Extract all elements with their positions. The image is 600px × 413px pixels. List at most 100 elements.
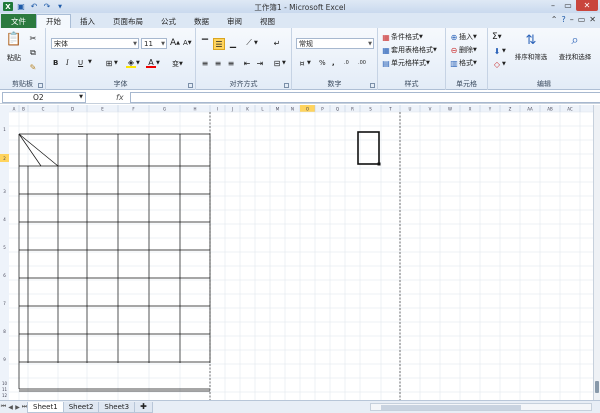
alignment-launcher-icon[interactable] — [284, 83, 289, 88]
cell-grid[interactable]: A B C D E F G H I J K L M N O P Q R S T U V W X Y Z AA AB AC12345678… — [0, 105, 593, 400]
prev-sheet-icon[interactable]: ◀ — [7, 404, 14, 411]
first-sheet-icon[interactable]: ⏮ — [0, 403, 7, 411]
number-launcher-icon[interactable] — [370, 83, 375, 88]
formula-input[interactable] — [130, 91, 600, 103]
font-name-combo[interactable]: 宋体 ▼ — [51, 38, 139, 49]
align-middle-button[interactable]: ☰ — [213, 38, 225, 50]
tab-review[interactable]: 审阅 — [218, 14, 251, 28]
help-icon[interactable]: ? — [561, 15, 565, 24]
merge-center-button[interactable]: ⊟ ▼ — [272, 58, 286, 68]
format-painter-button[interactable]: ✎ — [28, 62, 38, 72]
cut-button[interactable]: ✂ — [28, 33, 38, 43]
font-size-combo[interactable]: 11 ▼ — [141, 38, 167, 49]
italic-button[interactable]: I — [66, 59, 69, 67]
column-header-h: H — [193, 107, 196, 112]
new-sheet-icon[interactable]: ✚ — [134, 401, 153, 413]
minimize-icon[interactable]: – — [546, 0, 560, 11]
undo-icon[interactable]: ↶ — [29, 2, 39, 11]
insert-cells-button[interactable]: ⊕ 插入 ▼ — [449, 32, 477, 42]
number-format-combo[interactable]: 常规 ▼ — [296, 38, 374, 49]
increase-decimal-button[interactable]: .0 — [344, 60, 349, 66]
copy-button[interactable]: ⧉ — [28, 48, 38, 58]
workbook-restore-icon[interactable]: ▭ — [578, 15, 586, 24]
redo-icon[interactable]: ↷ — [42, 2, 52, 11]
tab-data[interactable]: 数据 — [185, 14, 218, 28]
percent-button[interactable]: % — [319, 59, 326, 67]
format-cells-button[interactable]: ▥ 格式 ▼ — [449, 58, 477, 68]
column-header-z: Z — [509, 107, 512, 112]
vertical-scroll-thumb[interactable] — [595, 381, 599, 393]
ribbon-tabs: 文件 开始 插入 页面布局 公式 数据 审阅 视图 ⌃ ? – ▭ ✕ — [0, 13, 600, 28]
align-right-button[interactable]: ≡ — [226, 58, 236, 68]
font-launcher-icon[interactable] — [188, 83, 193, 88]
fill-button[interactable]: ⬇ ▼ — [492, 46, 506, 56]
format-as-table-button[interactable]: ▦ 套用表格格式 ▼ — [381, 45, 437, 55]
tab-view[interactable]: 视图 — [251, 14, 284, 28]
currency-button[interactable]: ¤ ▼ — [297, 58, 310, 68]
conditional-format-button[interactable]: ▦ 条件格式 ▼ — [381, 32, 423, 42]
cell-styles-button[interactable]: ▤ 单元格样式 ▼ — [381, 58, 430, 68]
sheet-tab-sheet3[interactable]: Sheet3 — [98, 401, 136, 413]
next-sheet-icon[interactable]: ▶ — [14, 404, 21, 411]
workbook-minimize-icon[interactable]: – — [570, 15, 574, 24]
window-controls: – ▭ ✕ — [546, 0, 598, 11]
decrease-decimal-button[interactable]: .00 — [358, 60, 366, 66]
sheet-tab-sheet1[interactable]: Sheet1 — [27, 401, 64, 413]
horizontal-scrollbar[interactable] — [370, 403, 592, 411]
column-header-u: U — [409, 107, 412, 112]
align-top-button[interactable]: ▔ — [200, 38, 210, 48]
horizontal-scroll-thumb[interactable] — [381, 405, 521, 410]
sort-filter-button[interactable]: ⇅ 排序和筛选 — [512, 32, 550, 62]
increase-indent-button[interactable]: ⇥ — [255, 58, 265, 68]
fill-color-button[interactable]: ◈ ▼ — [126, 58, 140, 68]
sheet-tab-sheet2[interactable]: Sheet2 — [62, 401, 100, 413]
save-icon[interactable]: ▣ — [16, 2, 26, 11]
underline-dropdown-icon[interactable]: ▼ — [88, 59, 92, 65]
clear-button[interactable]: ◇ ▼ — [492, 59, 506, 69]
function-icon[interactable]: fx — [116, 93, 124, 102]
vertical-scrollbar[interactable] — [593, 105, 600, 400]
group-label-alignment: 对齐方式 — [229, 80, 258, 88]
workbook-close-icon[interactable]: ✕ — [589, 15, 596, 24]
font-color-button[interactable]: A ▼ — [146, 58, 160, 68]
shrink-font-button[interactable]: A ▼ — [183, 39, 192, 47]
name-box[interactable]: O2 ▼ — [2, 91, 86, 103]
group-label-styles: 样式 — [404, 80, 419, 88]
delete-cells-button[interactable]: ⊖ 删除 ▼ — [449, 45, 477, 55]
tab-home[interactable]: 开始 — [36, 14, 71, 28]
quick-access-toolbar: X ▣ ↶ ↷ ▼ — [0, 2, 65, 11]
wrap-text-icon: ↵ — [273, 38, 281, 48]
wrap-text-button[interactable]: ↵ — [272, 38, 282, 48]
tab-file[interactable]: 文件 — [1, 14, 36, 28]
bold-button[interactable]: B — [53, 59, 58, 67]
align-left-button[interactable]: ≡ — [200, 58, 210, 68]
align-center-button[interactable]: ≡ — [213, 58, 223, 68]
customize-qa-icon[interactable]: ▼ — [55, 2, 65, 11]
borders-button[interactable]: ⊞ ▼ — [104, 58, 118, 68]
fill-handle — [377, 162, 381, 166]
autosum-button[interactable]: Σ ▼ — [492, 32, 502, 42]
chevron-down-icon: ▼ — [79, 94, 83, 100]
find-select-button[interactable]: ⌕ 查找和选择 — [554, 32, 596, 62]
tab-formulas[interactable]: 公式 — [152, 14, 185, 28]
group-number: 常规 ▼ ¤ ▼ % , .0 .00 数字 — [292, 28, 378, 90]
paste-icon: 📋 — [5, 31, 23, 47]
close-icon[interactable]: ✕ — [576, 0, 598, 11]
worksheet[interactable]: A B C D E F G H I J K L M N O P Q R S T U V W X Y Z AA AB AC 1 2 3 4 5 6 7 8… — [0, 105, 593, 400]
minimize-ribbon-icon[interactable]: ⌃ — [551, 15, 558, 24]
tab-insert[interactable]: 插入 — [71, 14, 104, 28]
clipboard-launcher-icon[interactable] — [38, 83, 43, 88]
orientation-button[interactable]: ⟋ ▼ — [244, 38, 258, 48]
phonetic-button[interactable]: 变 ▼ — [172, 59, 183, 69]
ribbon: 📋 粘贴 ✂ ⧉ ✎ 剪贴板 宋体 ▼ 11 ▼ A ▲ A ▼ B I U ▼ ⊞ ▼ … — [0, 28, 600, 90]
comma-button[interactable]: , — [332, 59, 335, 67]
excel-logo-icon[interactable]: X — [3, 2, 13, 11]
grow-font-button[interactable]: A ▲ — [170, 38, 180, 48]
paste-button[interactable]: 📋 粘贴 — [5, 31, 23, 63]
decrease-indent-button[interactable]: ⇤ — [242, 58, 252, 68]
column-header-v: V — [429, 107, 432, 112]
maximize-icon[interactable]: ▭ — [561, 0, 575, 11]
underline-button[interactable]: U — [78, 59, 83, 67]
tab-page-layout[interactable]: 页面布局 — [104, 14, 152, 28]
align-bottom-button[interactable]: ▁ — [228, 38, 238, 48]
